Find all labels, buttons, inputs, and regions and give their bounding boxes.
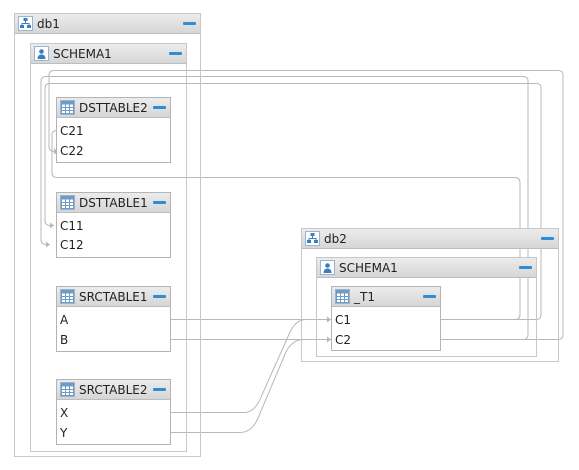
database-name: db2: [324, 232, 347, 246]
column-y[interactable]: Y: [60, 426, 67, 440]
table-grid-icon: [60, 100, 75, 115]
table-dsttable2[interactable]: DSTTABLE2 C21 C22: [56, 97, 171, 163]
database-header[interactable]: db2: [302, 229, 558, 249]
collapse-button[interactable]: [169, 52, 182, 55]
table-header[interactable]: DSTTABLE2: [57, 98, 170, 118]
column-c21[interactable]: C21: [60, 124, 84, 138]
table-srctable1[interactable]: SRCTABLE1 A B: [56, 286, 171, 352]
column-b[interactable]: B: [60, 333, 68, 347]
table-name: SRCTABLE2: [79, 383, 148, 397]
schema-header[interactable]: SCHEMA1: [31, 44, 186, 64]
table-header[interactable]: DSTTABLE1: [57, 193, 170, 213]
column-c2[interactable]: C2: [335, 333, 351, 347]
table-grid-icon: [60, 289, 75, 304]
database-icon: [18, 16, 33, 31]
collapse-button[interactable]: [153, 201, 166, 204]
table-dsttable1[interactable]: DSTTABLE1 C11 C12: [56, 192, 171, 258]
schema-user-icon: [320, 260, 335, 275]
table-t1[interactable]: _T1 C1 C2: [331, 286, 441, 351]
collapse-button[interactable]: [153, 388, 166, 391]
schema-header[interactable]: SCHEMA1: [317, 258, 536, 278]
schema-user-icon: [34, 46, 49, 61]
column-a[interactable]: A: [60, 313, 68, 327]
table-srctable2[interactable]: SRCTABLE2 X Y: [56, 379, 171, 445]
collapse-button[interactable]: [183, 22, 196, 25]
table-grid-icon: [335, 289, 350, 304]
collapse-button[interactable]: [153, 295, 166, 298]
table-name: _T1: [354, 290, 375, 304]
database-name: db1: [37, 17, 60, 31]
database-header[interactable]: db1: [15, 14, 200, 34]
collapse-button[interactable]: [541, 237, 554, 240]
collapse-button[interactable]: [153, 106, 166, 109]
collapse-button[interactable]: [519, 266, 532, 269]
schema-name: SCHEMA1: [339, 261, 398, 275]
column-c1[interactable]: C1: [335, 313, 351, 327]
table-name: DSTTABLE2: [79, 101, 148, 115]
column-c11[interactable]: C11: [60, 219, 84, 233]
column-c22[interactable]: C22: [60, 144, 84, 158]
table-grid-icon: [60, 195, 75, 210]
schema-name: SCHEMA1: [53, 47, 112, 61]
column-x[interactable]: X: [60, 406, 68, 420]
table-grid-icon: [60, 382, 75, 397]
database-icon: [305, 231, 320, 246]
collapse-button[interactable]: [423, 295, 436, 298]
table-header[interactable]: SRCTABLE1: [57, 287, 170, 307]
table-header[interactable]: SRCTABLE2: [57, 380, 170, 400]
table-header[interactable]: _T1: [332, 287, 440, 307]
table-name: DSTTABLE1: [79, 196, 148, 210]
table-name: SRCTABLE1: [79, 290, 148, 304]
column-c12[interactable]: C12: [60, 238, 84, 252]
